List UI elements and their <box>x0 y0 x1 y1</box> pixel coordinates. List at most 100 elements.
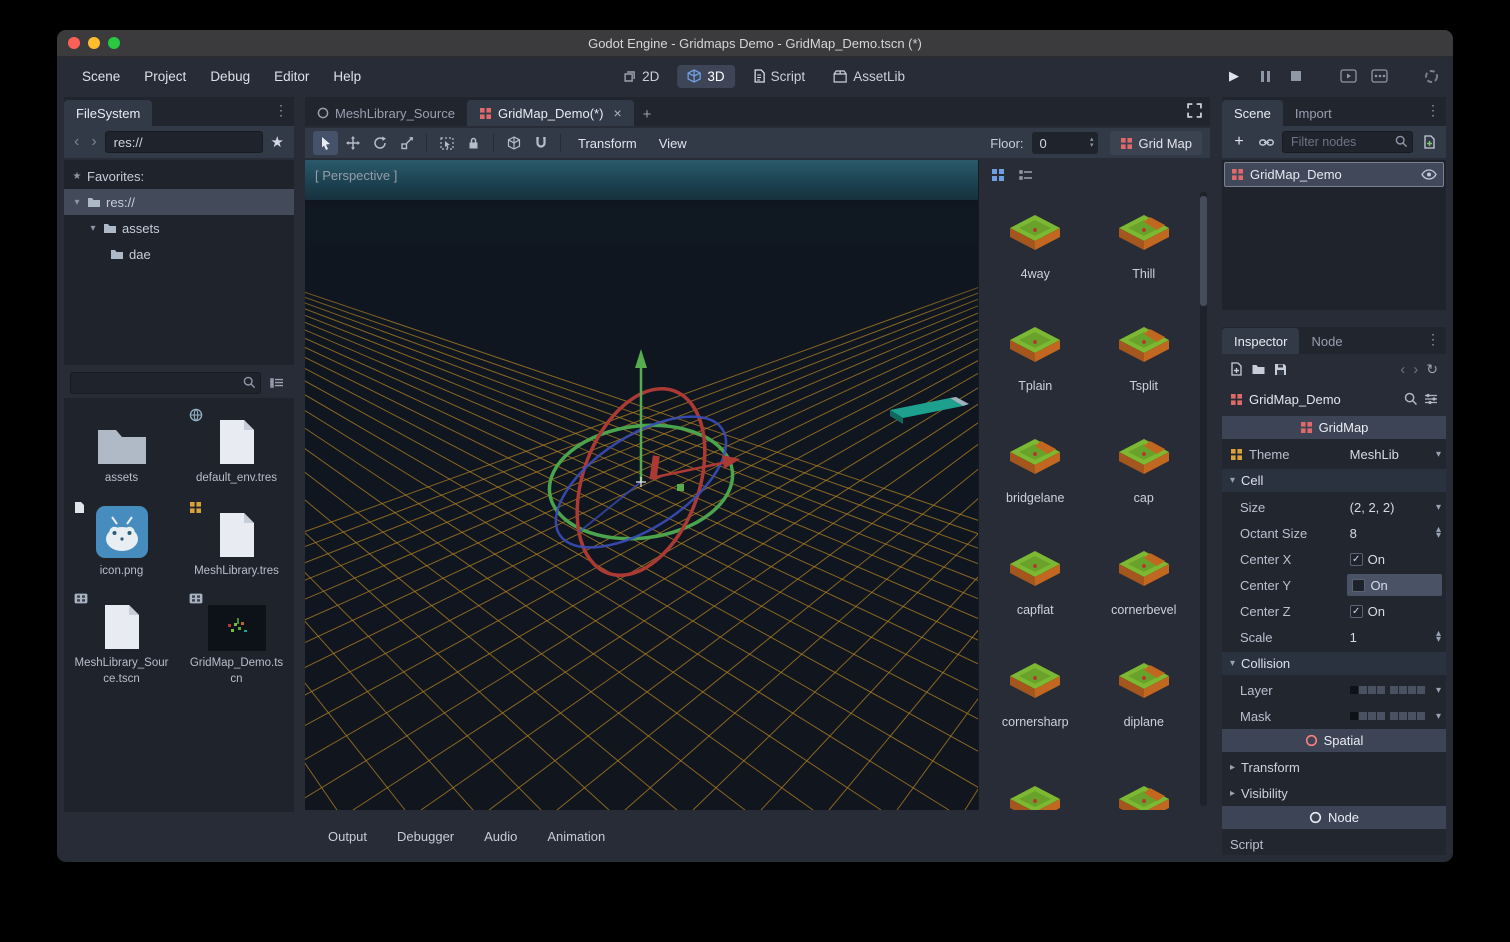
new-scene-tab-button[interactable]: + <box>634 106 661 126</box>
view-menu[interactable]: View <box>649 136 697 151</box>
zoom-window-button[interactable] <box>108 37 120 49</box>
nav-forward-button[interactable]: › <box>87 134 100 150</box>
editor-3d-button[interactable]: 3D <box>677 65 734 88</box>
file-item[interactable]: GridMap_Demo.tscn <box>179 595 294 687</box>
tab-node[interactable]: Node <box>1299 328 1354 354</box>
file-item[interactable]: icon.png <box>64 503 179 580</box>
editor-script-button[interactable]: Script <box>743 65 816 88</box>
layer-grid-widget[interactable] <box>1350 712 1425 720</box>
audio-panel-button[interactable]: Audio <box>471 826 530 847</box>
thumbnail-view-button[interactable] <box>987 164 1009 186</box>
menu-debug[interactable]: Debug <box>199 65 261 88</box>
floor-input[interactable] <box>1034 136 1074 151</box>
property-center-z[interactable]: Center Z ✓ On <box>1222 598 1446 624</box>
history-forward-button[interactable]: › <box>1413 361 1418 378</box>
menu-scene[interactable]: Scene <box>71 65 131 88</box>
file-list-view-toggle[interactable] <box>266 372 288 394</box>
palette-item[interactable]: diplane <box>1090 638 1199 750</box>
section-transform[interactable]: ▸ Transform <box>1222 754 1446 780</box>
attach-script-button[interactable] <box>1418 131 1440 153</box>
tab-inspector[interactable]: Inspector <box>1222 328 1299 354</box>
favorite-toggle-button[interactable]: ★ <box>267 133 288 151</box>
chevron-down-icon[interactable]: ▾ <box>1436 711 1441 722</box>
chevron-down-icon[interactable]: ▾ <box>1436 685 1441 696</box>
add-node-button[interactable]: + <box>1228 131 1250 153</box>
file-search-input[interactable] <box>70 372 261 394</box>
path-input[interactable] <box>105 131 263 153</box>
checkbox-unchecked[interactable]: ✓ <box>1352 579 1365 592</box>
scale-value[interactable]: 1 <box>1350 630 1357 645</box>
visibility-eye-icon[interactable] <box>1421 169 1437 180</box>
checkbox-checked[interactable]: ✓ <box>1350 553 1363 566</box>
minimize-window-button[interactable] <box>88 37 100 49</box>
tab-filesystem[interactable]: FileSystem <box>64 100 152 126</box>
palette-item[interactable]: bridgelane <box>981 414 1090 526</box>
layer-grid-widget[interactable] <box>1350 686 1425 694</box>
instance-scene-button[interactable] <box>1255 131 1277 153</box>
play-custom-scene-button[interactable] <box>1369 66 1389 86</box>
group-button[interactable] <box>501 131 526 155</box>
object-history-icon[interactable]: ↻ <box>1426 361 1438 378</box>
palette-item[interactable]: Tplain <box>981 302 1090 414</box>
play-scene-button[interactable] <box>1338 66 1358 86</box>
palette-item[interactable]: capflat <box>981 526 1090 638</box>
nav-back-button[interactable]: ‹ <box>70 134 83 150</box>
editor-assetlib-button[interactable]: AssetLib <box>823 65 915 88</box>
list-view-button[interactable] <box>1015 164 1037 186</box>
property-search-button[interactable] <box>1404 392 1418 406</box>
play-button[interactable]: ▶ <box>1224 66 1244 86</box>
menu-help[interactable]: Help <box>322 65 372 88</box>
property-script[interactable]: Script <box>1222 831 1446 855</box>
chevron-down-icon[interactable]: ▾ <box>1436 502 1441 513</box>
editor-2d-button[interactable]: 2D <box>613 65 669 88</box>
close-window-button[interactable] <box>68 37 80 49</box>
dock-menu-icon[interactable]: ⋮ <box>1426 331 1440 348</box>
palette-item[interactable]: cornerbevel <box>1090 526 1199 638</box>
octant-size-value[interactable]: 8 <box>1350 526 1357 541</box>
lock-button[interactable] <box>461 131 486 155</box>
inspector-tools-button[interactable] <box>1424 393 1438 405</box>
scene-tab-gridmap-demo[interactable]: GridMap_Demo(*) × <box>467 100 634 126</box>
checkbox-checked[interactable]: ✓ <box>1350 605 1363 618</box>
spinner-arrows-icon[interactable]: ▴ ▾ <box>1436 631 1441 643</box>
animation-panel-button[interactable]: Animation <box>534 826 618 847</box>
transform-menu[interactable]: Transform <box>568 136 647 151</box>
dock-menu-icon[interactable]: ⋮ <box>1426 102 1440 119</box>
menu-project[interactable]: Project <box>133 65 197 88</box>
property-scale[interactable]: Scale 1 ▴ ▾ <box>1222 624 1446 650</box>
file-item[interactable]: default_env.tres <box>179 410 294 487</box>
theme-value[interactable]: MeshLib <box>1350 447 1399 462</box>
palette-item[interactable]: cornersharp <box>981 638 1090 750</box>
chevron-down-icon[interactable]: ▾ <box>72 197 82 208</box>
property-collision-mask[interactable]: Mask ▾ <box>1222 703 1446 729</box>
property-center-y[interactable]: Center Y ✓ On <box>1222 572 1446 598</box>
distraction-free-icon[interactable] <box>1187 103 1202 118</box>
section-collision[interactable]: ▾ Collision <box>1222 652 1446 675</box>
property-center-x[interactable]: Center X ✓ On <box>1222 546 1446 572</box>
grid-map-menu-button[interactable]: Grid Map <box>1110 131 1202 155</box>
load-resource-button[interactable] <box>1251 363 1266 375</box>
palette-scrollbar-thumb[interactable] <box>1200 196 1207 306</box>
spinner-arrows-icon[interactable]: ▴ ▾ <box>1090 137 1094 149</box>
save-resource-button[interactable] <box>1274 363 1287 376</box>
chevron-down-icon[interactable]: ▾ <box>88 223 98 234</box>
scene-tab-meshlibrary-source[interactable]: MeshLibrary_Source <box>305 100 467 126</box>
tree-item-dae[interactable]: dae <box>64 241 294 267</box>
stop-button[interactable] <box>1286 66 1306 86</box>
tab-import[interactable]: Import <box>1283 100 1344 126</box>
section-cell[interactable]: ▾ Cell <box>1222 469 1446 492</box>
scale-mode-button[interactable] <box>394 131 419 155</box>
new-resource-button[interactable] <box>1230 362 1243 376</box>
tree-item-res[interactable]: ▾ res:// <box>64 189 294 215</box>
snap-button[interactable] <box>528 131 553 155</box>
file-item[interactable]: MeshLibrary.tres <box>179 503 294 580</box>
scene-node-gridmap-demo[interactable]: GridMap_Demo <box>1224 162 1444 187</box>
tree-item-favorites[interactable]: ★ Favorites: <box>64 163 294 189</box>
rotate-mode-button[interactable] <box>367 131 392 155</box>
debugger-panel-button[interactable]: Debugger <box>384 826 467 847</box>
select-mode-button[interactable] <box>313 131 338 155</box>
property-collision-layer[interactable]: Layer ▾ <box>1222 677 1446 703</box>
size-value[interactable]: (2, 2, 2) <box>1350 500 1395 515</box>
floor-spinbox[interactable]: ▴ ▾ <box>1032 132 1098 154</box>
pause-button[interactable] <box>1255 66 1275 86</box>
